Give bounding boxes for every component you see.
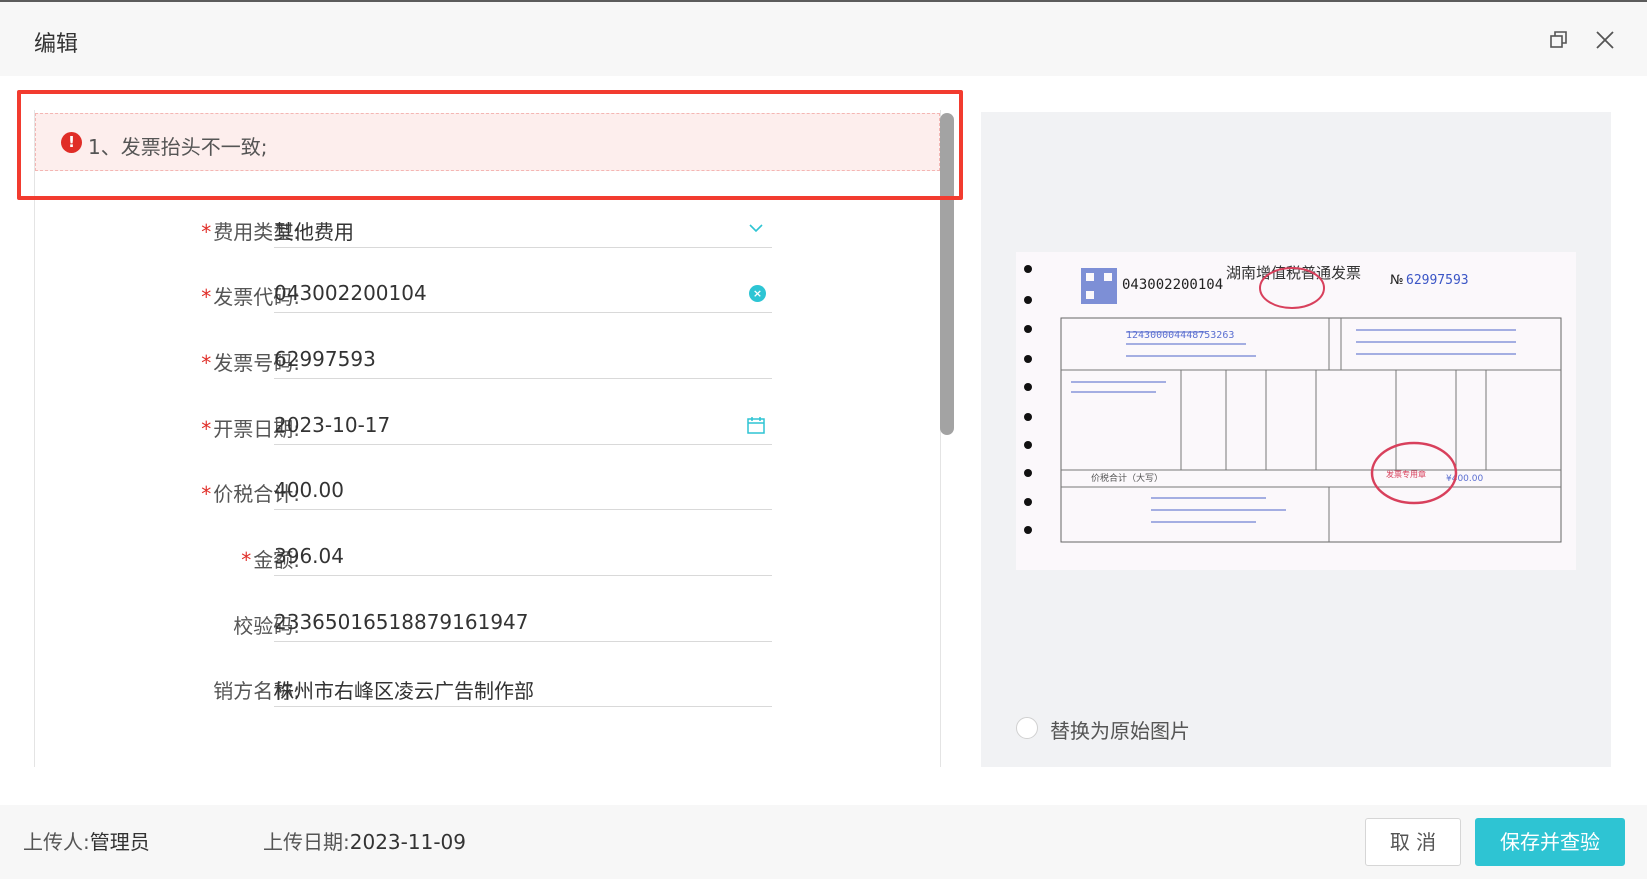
radio-button[interactable]: [1016, 717, 1038, 739]
upload-date-info: 上传日期:2023-11-09: [263, 826, 466, 855]
close-button[interactable]: [1593, 28, 1617, 52]
issue-date-input[interactable]: 2023-10-17: [274, 405, 772, 445]
seller-name-input[interactable]: 株州市右峰区凌云广告制作部: [274, 667, 772, 707]
field-value: 2023-10-17: [274, 413, 391, 437]
field-value: 其他费用: [274, 220, 354, 244]
dialog-header: 编辑: [0, 0, 1647, 76]
invoice-scan: 043002200104 湖南增值税普通发票 № 62997593 124300…: [1016, 252, 1576, 570]
restore-icon: [1550, 31, 1567, 48]
svg-text:发票专用章: 发票专用章: [1386, 469, 1426, 479]
field-value: 23365016518879161947: [274, 610, 529, 634]
svg-text:湖南增值税普通发票: 湖南增值税普通发票: [1226, 264, 1361, 282]
upload-date-label: 上传日期:: [263, 830, 350, 854]
field-value: 400.00: [274, 478, 344, 502]
svg-text:价税合计（大写）: 价税合计（大写）: [1091, 472, 1163, 484]
cancel-button[interactable]: 取 消: [1365, 818, 1461, 866]
svg-text:62997593: 62997593: [1406, 273, 1469, 288]
uploader-info: 上传人:管理员: [23, 826, 150, 855]
expense-type-select[interactable]: 其他费用: [274, 208, 772, 248]
field-value: 62997593: [274, 347, 376, 371]
form-scrollbar-thumb[interactable]: [940, 113, 954, 435]
form-pane: ! 1、发票抬头不一致; * 费用类型: 其他费用 * 发票代码: 04300220…: [34, 110, 941, 767]
uploader-value: 管理员: [89, 830, 150, 854]
invoice-image[interactable]: 043002200104 湖南增值税普通发票 № 62997593 124300…: [1016, 252, 1576, 570]
field-invoice-number: * 发票号码: 62997593: [35, 339, 940, 379]
error-alert: ! 1、发票抬头不一致;: [35, 113, 940, 171]
svg-text:043002200104: 043002200104: [1122, 277, 1223, 293]
field-value: 株州市右峰区凌云广告制作部: [274, 679, 534, 703]
chevron-down-icon[interactable]: [746, 218, 766, 238]
field-expense-type: * 费用类型: 其他费用: [35, 208, 940, 248]
close-icon: [1596, 31, 1614, 49]
error-icon: !: [61, 132, 82, 153]
field-invoice-code: * 发票代码: 043002200104 ×: [35, 273, 940, 313]
svg-text:№: №: [1390, 273, 1404, 288]
field-value: 043002200104: [274, 281, 427, 305]
amount-input[interactable]: 396.04: [274, 536, 772, 576]
total-with-tax-input[interactable]: 400.00: [274, 470, 772, 510]
restore-window-button[interactable]: [1547, 28, 1571, 52]
check-code-input[interactable]: 23365016518879161947: [274, 602, 772, 642]
field-check-code: 校验码: 23365016518879161947: [35, 602, 940, 642]
dialog-footer: 上传人:管理员 上传日期:2023-11-09 取 消 保存并查验: [0, 805, 1647, 879]
uploader-label: 上传人:: [23, 830, 90, 854]
clear-icon[interactable]: ×: [749, 285, 766, 302]
dialog-title: 编辑: [34, 32, 79, 57]
invoice-number-input[interactable]: 62997593: [274, 339, 772, 379]
field-amount: * 金额: 396.04: [35, 536, 940, 576]
upload-date-value: 2023-11-09: [349, 830, 466, 854]
calendar-icon[interactable]: [746, 415, 766, 435]
field-value: 396.04: [274, 544, 344, 568]
field-total-with-tax: * 价税合计: 400.00: [35, 470, 940, 510]
field-issue-date: * 开票日期: 2023-10-17: [35, 405, 940, 445]
invoice-preview-pane: 043002200104 湖南增值税普通发票 № 62997593 124300…: [981, 112, 1611, 767]
svg-text:124300004448753263: 124300004448753263: [1126, 330, 1234, 341]
svg-text:¥400.00: ¥400.00: [1446, 474, 1483, 484]
invoice-code-input[interactable]: 043002200104 ×: [274, 273, 772, 313]
field-seller-name: 销方名称: 株州市右峰区凌云广告制作部: [35, 667, 940, 707]
error-message: 1、发票抬头不一致;: [88, 135, 268, 159]
radio-label: 替换为原始图片: [1050, 719, 1190, 743]
save-and-verify-button[interactable]: 保存并查验: [1475, 818, 1625, 866]
